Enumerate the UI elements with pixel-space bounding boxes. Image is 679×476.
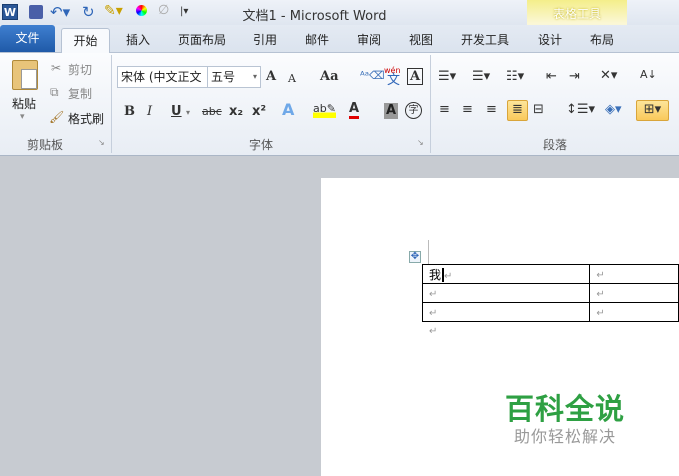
tab-insert[interactable]: 插入	[118, 28, 158, 53]
tab-review[interactable]: 审阅	[349, 28, 389, 53]
highlight-icon[interactable]: ab✎	[313, 100, 336, 118]
shrink-font-icon[interactable]: A	[288, 70, 296, 88]
redo-icon[interactable]: ↻	[82, 3, 95, 21]
format-painter-icon: 🖌	[49, 110, 65, 124]
paragraph-mark: ↵	[596, 289, 605, 300]
tab-design[interactable]: 设计	[530, 28, 570, 53]
align-left-icon[interactable]: ≡	[439, 101, 450, 119]
tab-view[interactable]: 视图	[401, 28, 441, 53]
font-name-combo[interactable]: 宋体 (中文正文	[117, 66, 208, 88]
customize-icon[interactable]: |▾	[180, 3, 188, 21]
italic-icon[interactable]: I	[147, 103, 152, 121]
table-cell[interactable]: ↵	[421, 283, 591, 303]
table-row: 我 ↵ ↵	[421, 264, 679, 284]
draw-icon[interactable]: ∅	[158, 2, 169, 20]
clear-format-icon[interactable]: ᴬᵃ⌫	[360, 67, 385, 85]
table-row: ↵ ↵	[421, 283, 679, 303]
cut-button[interactable]: 剪切	[68, 61, 92, 78]
tab-references[interactable]: 引用	[245, 28, 285, 53]
copy-button[interactable]: 复制	[68, 85, 92, 102]
document-page[interactable]	[321, 178, 679, 476]
paste-button[interactable]: 粘贴	[12, 95, 36, 112]
grow-font-icon[interactable]: A	[266, 68, 276, 86]
paragraph-group-label: 段落	[543, 138, 568, 152]
table-move-handle-icon[interactable]: ✥	[409, 251, 421, 263]
character-shading-icon[interactable]: A	[384, 103, 398, 119]
change-case-icon[interactable]: Aa	[320, 68, 339, 86]
font-size-combo[interactable]: 五号 ▾	[207, 66, 261, 88]
paste-dropdown-icon[interactable]: ▾	[20, 112, 25, 122]
distributed-icon[interactable]: ⊟	[533, 101, 544, 119]
superscript-icon[interactable]: x²	[252, 103, 266, 121]
margin-mark	[428, 240, 429, 264]
word-logo-icon: W	[2, 4, 18, 20]
tab-mailings[interactable]: 邮件	[297, 28, 337, 53]
window-title: 文档1 - Microsoft Word	[242, 9, 387, 24]
paragraph-mark: ↵	[596, 308, 605, 319]
text-effects-icon[interactable]: A	[282, 101, 294, 119]
table-cell[interactable]: ↵	[589, 283, 679, 303]
cut-icon: ✂	[51, 61, 62, 75]
clipboard-launcher-icon[interactable]: ↘	[98, 138, 105, 147]
chinese-layout-icon[interactable]: ✕▾	[600, 67, 617, 85]
table-cell[interactable]: ↵	[589, 264, 679, 284]
numbering-icon[interactable]: ☰▾	[472, 68, 490, 86]
group-divider	[111, 55, 112, 153]
borders-icon[interactable]: ⊞▾	[636, 100, 669, 121]
justify-icon[interactable]: ≣	[507, 100, 528, 121]
clipboard-group-label: 剪贴板	[27, 138, 64, 152]
font-group-label: 字体	[249, 138, 274, 152]
shading-icon[interactable]: ◈▾	[605, 101, 622, 119]
tab-file[interactable]: 文件	[0, 25, 55, 52]
table-cell[interactable]: 我 ↵	[421, 264, 591, 284]
underline-icon[interactable]: U	[171, 103, 182, 121]
table-row: ↵ ↵	[421, 302, 679, 322]
format-painter-button[interactable]: 格式刷	[68, 110, 104, 127]
undo-icon[interactable]: ↶▾	[50, 3, 70, 21]
table-cell[interactable]: ↵	[421, 302, 591, 322]
subscript-icon[interactable]: x₂	[229, 103, 243, 121]
font-launcher-icon[interactable]: ↘	[417, 138, 424, 147]
bold-icon[interactable]: B	[124, 103, 135, 121]
tab-home[interactable]: 开始	[61, 28, 110, 54]
group-divider	[430, 55, 431, 153]
sort-icon[interactable]: A↓	[640, 66, 657, 84]
character-border-icon[interactable]: A	[407, 68, 423, 85]
paragraph-mark: ↵	[596, 270, 605, 281]
strikethrough-icon[interactable]: abc	[202, 103, 222, 121]
line-spacing-icon[interactable]: ↕☰▾	[566, 101, 595, 119]
paragraph-mark: ↵	[429, 326, 438, 337]
align-center-icon[interactable]: ≡	[462, 101, 473, 119]
font-size-value: 五号	[211, 70, 236, 84]
save-icon[interactable]	[29, 5, 43, 19]
paragraph-mark: ↵	[429, 308, 438, 319]
paragraph-mark: ↵	[444, 270, 453, 282]
decrease-indent-icon[interactable]: ⇤	[546, 68, 557, 86]
watermark-title: 百科全说	[505, 392, 626, 426]
underline-dropdown-icon[interactable]: ▾	[186, 104, 190, 122]
phonetic-guide-icon[interactable]: 文	[387, 72, 400, 90]
paragraph-mark: ↵	[429, 289, 438, 300]
watermark-subtitle: 助你轻松解决	[514, 427, 617, 446]
bullets-icon[interactable]: ☰▾	[438, 68, 456, 86]
color-icon[interactable]	[136, 5, 147, 16]
enclose-characters-icon[interactable]: 字	[405, 102, 422, 119]
format-icon[interactable]: ✎▾	[104, 2, 123, 20]
font-name-value: 宋体 (中文正文	[121, 70, 202, 84]
tab-layout[interactable]: 布局	[582, 28, 622, 53]
multilevel-list-icon[interactable]: ☷▾	[506, 68, 524, 86]
copy-icon: ⧉	[50, 85, 59, 99]
font-color-icon[interactable]: A	[349, 102, 360, 119]
increase-indent-icon[interactable]: ⇥	[569, 68, 580, 86]
align-right-icon[interactable]: ≡	[486, 101, 497, 119]
paste-icon[interactable]	[12, 60, 38, 90]
document-table[interactable]: 我 ↵ ↵ ↵ ↵ ↵ ↵	[421, 264, 679, 322]
table-cell[interactable]: ↵	[589, 302, 679, 322]
cell-text: 我	[429, 267, 442, 282]
tab-page-layout[interactable]: 页面布局	[172, 28, 232, 53]
tab-developer[interactable]: 开发工具	[455, 28, 515, 53]
